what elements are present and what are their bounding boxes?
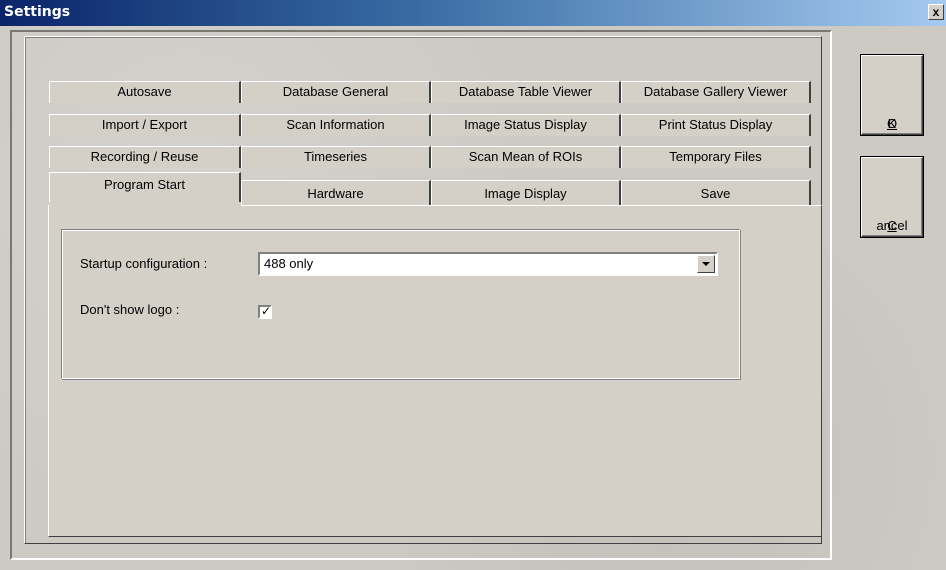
tab-database-general[interactable]: Database General [241,81,431,103]
tab-label: Image Display [484,186,567,201]
tab-image-status-display[interactable]: Image Status Display [431,114,621,136]
tab-label: Autosave [117,84,172,99]
tab-label: Program Start [104,177,185,192]
tab-label: Recording / Reuse [90,149,199,164]
tab-label: Database General [282,84,389,99]
cancel-button[interactable]: Cancel [861,157,923,237]
tab-database-gallery-viewer[interactable]: Database Gallery Viewer [621,81,811,103]
tab-image-display[interactable]: Image Display [431,180,621,206]
dont-show-logo-label: Don't show logo : [80,302,180,317]
window-title: Settings [4,4,71,20]
ok-rest: K [887,116,897,131]
tab-label: Save [700,186,731,201]
startup-configuration-label: Startup configuration : [80,256,208,271]
tab-label: Hardware [307,186,364,201]
checkmark-icon: ✓ [261,304,272,318]
startup-configuration-value: 488 only [264,256,314,271]
tab-label: Image Status Display [464,117,587,132]
tab-label: Print Status Display [658,117,773,132]
close-icon: x [932,5,940,19]
startup-configuration-dropdown[interactable]: 488 only [258,252,718,276]
title-bar[interactable]: Settings x [0,0,946,26]
tab-import-export[interactable]: Import / Export [49,114,241,136]
tab-label: Database Table Viewer [458,84,593,99]
dont-show-logo-checkbox[interactable]: ✓ [258,304,272,319]
ok-button[interactable]: OK [861,55,923,135]
close-button[interactable]: x [928,4,944,20]
chevron-down-icon[interactable] [697,255,715,273]
tab-label: Timeseries [303,149,368,164]
tab-recording-reuse[interactable]: Recording / Reuse [49,146,241,168]
tab-database-table-viewer[interactable]: Database Table Viewer [431,81,621,103]
tab-label: Import / Export [101,117,188,132]
tab-scan-information[interactable]: Scan Information [241,114,431,136]
active-tab-join [49,203,241,209]
tab-print-status-display[interactable]: Print Status Display [621,114,811,136]
tab-program-start[interactable]: Program Start [49,172,241,202]
tab-label: Scan Mean of ROIs [468,149,583,164]
tab-autosave[interactable]: Autosave [49,81,241,103]
tab-save[interactable]: Save [621,180,811,206]
tab-timeseries[interactable]: Timeseries [241,146,431,168]
tab-label: Temporary Files [669,149,762,164]
cancel-rest: ancel [876,218,908,233]
tab-temporary-files[interactable]: Temporary Files [621,146,811,168]
tab-label: Database Gallery Viewer [643,84,788,99]
tab-label: Scan Information [286,117,385,132]
tab-scan-mean-of-rois[interactable]: Scan Mean of ROIs [431,146,621,168]
tab-hardware[interactable]: Hardware [241,180,431,206]
